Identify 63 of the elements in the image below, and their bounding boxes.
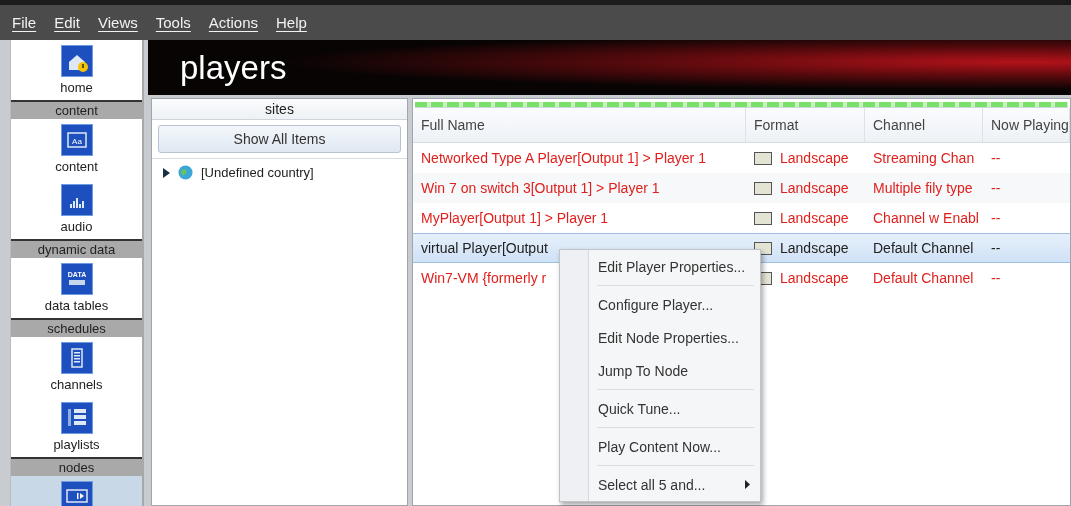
- menu-item[interactable]: Help: [276, 14, 307, 31]
- cell-text: Landscape: [780, 150, 849, 166]
- menu-item[interactable]: Actions: [208, 14, 258, 31]
- cell-text: Landscape: [780, 180, 849, 196]
- cell-text: Networked Type A Player[Output 1] > Player 1: [421, 150, 706, 166]
- context-menu-item[interactable]: Edit Player Properties...: [589, 250, 760, 283]
- screen-icon: [754, 151, 772, 165]
- module-icon: [60, 342, 93, 374]
- sidebar-item-label: channels: [50, 377, 103, 392]
- column-header[interactable]: Channel: [865, 108, 983, 143]
- module-icon: [60, 184, 93, 216]
- module-icon: [60, 45, 93, 77]
- sidebar-item-label: playlists: [53, 437, 100, 452]
- screen-icon: [754, 181, 772, 195]
- context-menu-item[interactable]: Play Content Now...: [589, 430, 760, 463]
- cell-text: Landscape: [780, 240, 849, 256]
- sidebar-section-header: nodes: [11, 457, 142, 476]
- module-icon: [60, 481, 93, 506]
- menu-item[interactable]: Edit: [54, 14, 81, 31]
- cell-text: Landscape: [780, 270, 849, 286]
- expand-arrow-icon[interactable]: [162, 167, 170, 178]
- panel-title: sites: [152, 99, 407, 120]
- cell-text: --: [991, 240, 1001, 256]
- cell-text: --: [991, 270, 1001, 286]
- cell-text: --: [991, 180, 1001, 196]
- show-all-button[interactable]: Show All Items: [158, 125, 401, 153]
- cell-text: --: [991, 210, 1001, 226]
- sidebar-section-header: schedules: [11, 318, 142, 337]
- cell-text: Streaming Chan: [873, 150, 975, 166]
- cell-text: Default Channel: [873, 240, 974, 256]
- sidebar-section-header: content: [11, 100, 142, 119]
- context-menu-item[interactable]: Jump To Node: [589, 354, 760, 387]
- context-menu-item[interactable]: Select all 5 and...: [589, 468, 760, 501]
- screen-icon: [754, 211, 772, 225]
- tree-item-label[interactable]: [Undefined country]: [201, 165, 314, 180]
- sidebar-item-label: home: [60, 80, 93, 95]
- module-icon: [60, 402, 93, 434]
- context-menu-item[interactable]: Edit Node Properties...: [589, 321, 760, 354]
- module-icon: Aa: [60, 124, 93, 156]
- sidebar-section-header: dynamic data: [11, 239, 142, 258]
- cell-text: Channel w Enabl: [873, 210, 979, 226]
- cell-text: Default Channel: [873, 270, 974, 286]
- cell-text: Multiple fily type: [873, 180, 973, 196]
- cell-text: Win7-VM {formerly r: [421, 270, 547, 286]
- sidebar-item-label: content: [55, 159, 98, 174]
- cell-text: virtual Player[Output: [421, 240, 548, 256]
- globe-icon: [178, 165, 193, 180]
- column-header[interactable]: Full Name: [413, 108, 746, 143]
- sidebar-item-label: data tables: [44, 298, 109, 313]
- context-menu-item[interactable]: Configure Player...: [589, 288, 760, 321]
- context-menu-item[interactable]: Quick Tune...: [589, 392, 760, 425]
- cell-text: MyPlayer[Output 1] > Player 1: [421, 210, 609, 226]
- cell-text: Landscape: [780, 210, 849, 226]
- menu-item[interactable]: Views: [98, 14, 138, 31]
- submenu-arrow-icon: [745, 480, 750, 489]
- page-title: players: [180, 48, 287, 87]
- menu-item[interactable]: File: [12, 14, 37, 31]
- cell-text: --: [991, 150, 1001, 166]
- cell-text: Win 7 on switch 3[Output 1] > Player 1: [421, 180, 660, 196]
- menu-item[interactable]: Tools: [155, 14, 191, 31]
- sidebar-item-label: audio: [60, 219, 93, 234]
- column-header[interactable]: Now Playing: [983, 108, 1070, 143]
- column-header[interactable]: Format: [746, 108, 865, 143]
